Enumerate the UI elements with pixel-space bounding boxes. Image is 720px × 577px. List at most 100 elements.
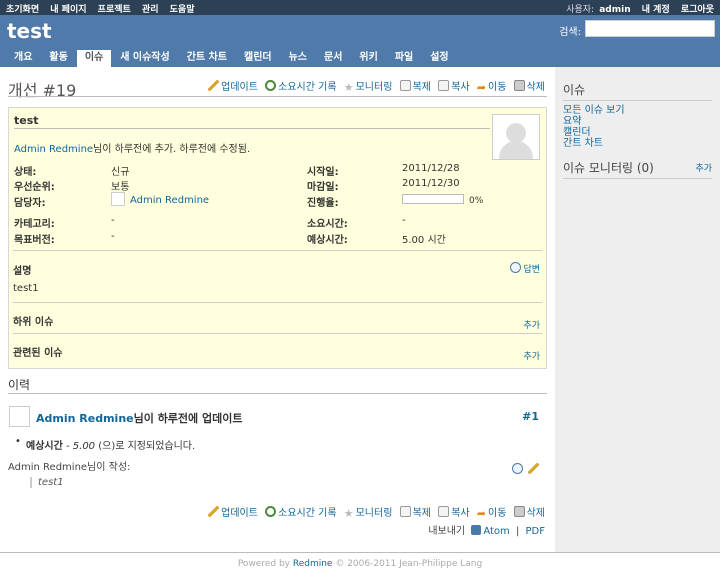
edit-icon bbox=[208, 506, 220, 517]
logout-link[interactable]: 로그아웃 bbox=[681, 5, 714, 15]
tab-calendar[interactable]: 캘린더 bbox=[236, 50, 280, 67]
subject-divider bbox=[14, 128, 490, 129]
footer: Powered by Redmine © 2006-2011 Jean-Phil… bbox=[0, 552, 720, 577]
journal-time-link[interactable]: 하루전에 bbox=[158, 412, 198, 425]
move-icon: ➦ bbox=[476, 507, 486, 520]
duplicate-link-bottom[interactable]: 복제 bbox=[413, 508, 431, 519]
delete-link[interactable]: 삭제 bbox=[527, 82, 545, 93]
redmine-link[interactable]: Redmine bbox=[293, 559, 333, 569]
top-menu-home[interactable]: 초기화면 bbox=[6, 5, 39, 15]
quote-text: test1 bbox=[30, 477, 64, 488]
main-menu: 개요 활동 이슈 새 이슈작성 간트 차트 캘린더 뉴스 문서 위키 파일 설정 bbox=[6, 50, 458, 67]
author-avatar bbox=[492, 114, 540, 160]
journal-actions bbox=[511, 463, 541, 476]
journal-author-link[interactable]: Admin Redmine bbox=[36, 412, 134, 425]
done-ratio-text: 0% bbox=[469, 196, 484, 206]
update-link-bottom[interactable]: 업데이트 bbox=[221, 508, 258, 519]
add-subtask-link[interactable]: 추가 bbox=[523, 318, 540, 331]
copy-icon bbox=[438, 80, 450, 91]
copy-link-bottom[interactable]: 복사 bbox=[451, 508, 469, 519]
log-time-link[interactable]: 소요시간 기록 bbox=[278, 82, 336, 93]
assignee-label: 담당자: bbox=[14, 198, 46, 209]
done-ratio-value: 0% bbox=[402, 194, 483, 206]
issue-box: test Admin Redmine님이 하루전에 추가. 하루전에 수정됨. … bbox=[8, 107, 547, 369]
search-input[interactable] bbox=[585, 20, 715, 37]
header: test 검색: 개요 활동 이슈 새 이슈작성 간트 차트 캘린더 뉴스 문서 위키 파일 설정 bbox=[0, 15, 720, 67]
journal-text-mid: 님이 bbox=[133, 412, 158, 425]
assignee-value: Admin Redmine bbox=[111, 192, 209, 206]
author-text: 님이 하루전에 추가. 하루전에 수정됨. bbox=[93, 144, 251, 155]
tab-documents[interactable]: 문서 bbox=[316, 50, 350, 67]
top-menu-admin[interactable]: 관리 bbox=[142, 5, 159, 15]
detail-text: (으)로 지정되었습니다. bbox=[95, 441, 196, 452]
assignee-link[interactable]: Admin Redmine bbox=[130, 195, 209, 206]
top-menu-projects[interactable]: 프로젝트 bbox=[98, 5, 131, 15]
tab-overview[interactable]: 개요 bbox=[6, 50, 40, 67]
author-link[interactable]: Admin Redmine bbox=[14, 144, 93, 155]
detail-value: 5.00 bbox=[72, 441, 96, 452]
export-label: 내보내기 bbox=[428, 526, 466, 537]
journal-number-link[interactable]: #1 bbox=[522, 410, 539, 423]
copy-link[interactable]: 복사 bbox=[451, 82, 469, 93]
progress-bar bbox=[402, 194, 464, 204]
rss-icon bbox=[471, 525, 482, 535]
tab-new-issue[interactable]: 새 이슈작성 bbox=[112, 50, 177, 67]
duplicate-icon bbox=[399, 80, 411, 91]
move-link-bottom[interactable]: 이동 bbox=[488, 508, 506, 519]
tab-wiki[interactable]: 위키 bbox=[351, 50, 385, 67]
category-label: 카테고리: bbox=[14, 219, 55, 230]
quote-icon[interactable] bbox=[511, 463, 523, 474]
add-relation-link[interactable]: 추가 bbox=[523, 349, 540, 362]
my-account-link[interactable]: 내 계정 bbox=[642, 5, 670, 15]
description-text: test1 bbox=[13, 283, 39, 294]
edit-note-icon[interactable] bbox=[528, 463, 539, 474]
sidebar-item-gantt[interactable]: 간트 차트 bbox=[563, 138, 603, 149]
user-name-link[interactable]: admin bbox=[599, 5, 630, 15]
spent-time-value: - bbox=[402, 215, 406, 226]
journal-avatar bbox=[9, 406, 30, 427]
tab-news[interactable]: 뉴스 bbox=[281, 50, 315, 67]
estimated-time-label: 예상시간: bbox=[307, 235, 348, 246]
priority-value: 보통 bbox=[111, 182, 130, 193]
add-watcher-link[interactable]: 추가 bbox=[695, 161, 712, 174]
watch-link[interactable]: 모니터링 bbox=[356, 82, 393, 93]
description-divider bbox=[13, 250, 542, 251]
subtasks-label: 하위 이슈 bbox=[13, 317, 54, 328]
tab-gantt[interactable]: 간트 차트 bbox=[179, 50, 235, 67]
tab-settings[interactable]: 설정 bbox=[422, 50, 456, 67]
journal-detail: 예상시간 - 5.00 (으)로 지정되었습니다. bbox=[15, 436, 196, 452]
move-icon: ➦ bbox=[476, 81, 486, 94]
move-link[interactable]: 이동 bbox=[488, 82, 506, 93]
issue-author-line: Admin Redmine님이 하루전에 추가. 하루전에 수정됨. bbox=[14, 140, 250, 155]
tab-issues[interactable]: 이슈 bbox=[76, 50, 112, 67]
top-menu-my-page[interactable]: 내 페이지 bbox=[50, 5, 86, 15]
top-menu-help[interactable]: 도움말 bbox=[170, 5, 195, 15]
edit-icon bbox=[208, 80, 220, 91]
star-icon: ★ bbox=[343, 507, 354, 520]
issue-attributes: 상태: 신규 우선순위: 보통 담당자: Admin Redmine 카테고리:… bbox=[14, 163, 544, 246]
detail-sep: - bbox=[62, 441, 73, 452]
reply-link[interactable]: 답변 bbox=[523, 265, 540, 275]
duplicate-icon bbox=[399, 506, 411, 517]
watch-link-bottom[interactable]: 모니터링 bbox=[356, 508, 393, 519]
delete-link-bottom[interactable]: 삭제 bbox=[527, 508, 545, 519]
content: 개선 #19 업데이트 소요시간 기록 ★ 모니터링 복제 복사 ➦ 이동 삭제 t… bbox=[0, 67, 555, 552]
relations-divider bbox=[13, 333, 542, 334]
log-time-link-bottom[interactable]: 소요시간 기록 bbox=[278, 508, 336, 519]
sidebar: 이슈 모든 이슈 보기 요약 캘린더 간트 차트 추가 이슈 모니터링 (0) bbox=[555, 67, 720, 552]
reply-link-wrap: 답변 bbox=[510, 262, 540, 275]
duplicate-link[interactable]: 복제 bbox=[413, 82, 431, 93]
priority-label: 우선순위: bbox=[14, 182, 55, 193]
tab-activity[interactable]: 활동 bbox=[41, 50, 75, 67]
sidebar-item-calendar[interactable]: 캘린더 bbox=[563, 127, 591, 138]
sidebar-item-all-issues[interactable]: 모든 이슈 보기 bbox=[563, 105, 625, 116]
sidebar-issues-title: 이슈 bbox=[563, 81, 712, 101]
pdf-link[interactable]: PDF bbox=[526, 526, 545, 537]
copy-icon bbox=[438, 506, 450, 517]
update-link[interactable]: 업데이트 bbox=[221, 82, 258, 93]
atom-link[interactable]: Atom bbox=[483, 526, 509, 537]
start-date-label: 시작일: bbox=[307, 167, 339, 178]
sidebar-item-summary[interactable]: 요약 bbox=[563, 116, 581, 127]
tab-files[interactable]: 파일 bbox=[387, 50, 421, 67]
watchers-section: 추가 이슈 모니터링 (0) bbox=[563, 159, 712, 179]
